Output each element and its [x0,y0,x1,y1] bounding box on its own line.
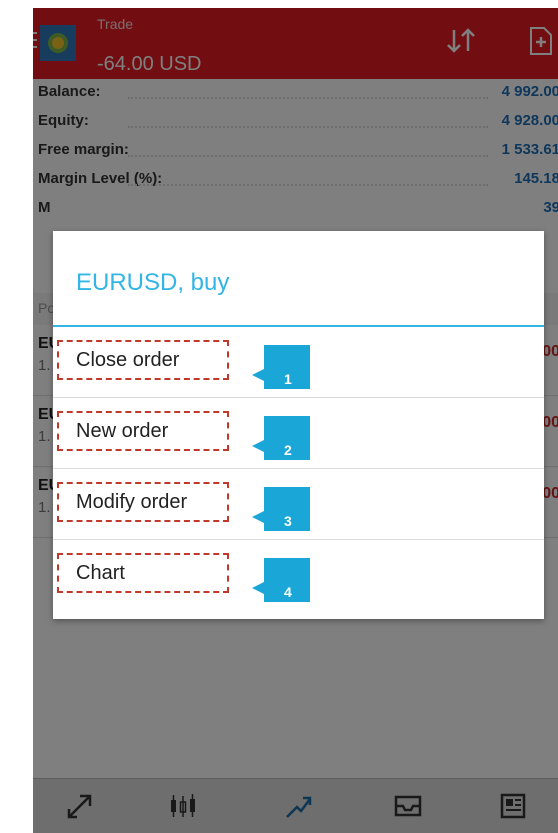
modify-order-item[interactable]: Modify order 3 [53,469,544,540]
order-context-dialog: EURUSD, buy Close order 1 New order 2 Mo… [53,231,544,619]
step-badge: 1 [252,345,310,389]
close-order-item[interactable]: Close order 1 [53,327,544,398]
step-badge: 2 [252,416,310,460]
menu-item-label: Close order [76,349,180,371]
menu-item-label: Modify order [76,491,188,513]
step-badge: 4 [252,558,310,602]
step-number: 4 [284,584,292,600]
menu-item-label: New order [76,420,169,442]
step-number: 2 [284,442,292,458]
phone-frame: Trade -64.00 USD Balance: 4 992.00 [0,0,558,833]
new-order-item[interactable]: New order 2 [53,398,544,469]
step-number: 1 [284,371,292,387]
step-badge: 3 [252,487,310,531]
step-number: 3 [284,513,292,529]
dialog-title: EURUSD, buy [76,269,230,296]
chart-item[interactable]: Chart 4 [53,540,544,610]
menu-item-label: Chart [76,562,125,584]
